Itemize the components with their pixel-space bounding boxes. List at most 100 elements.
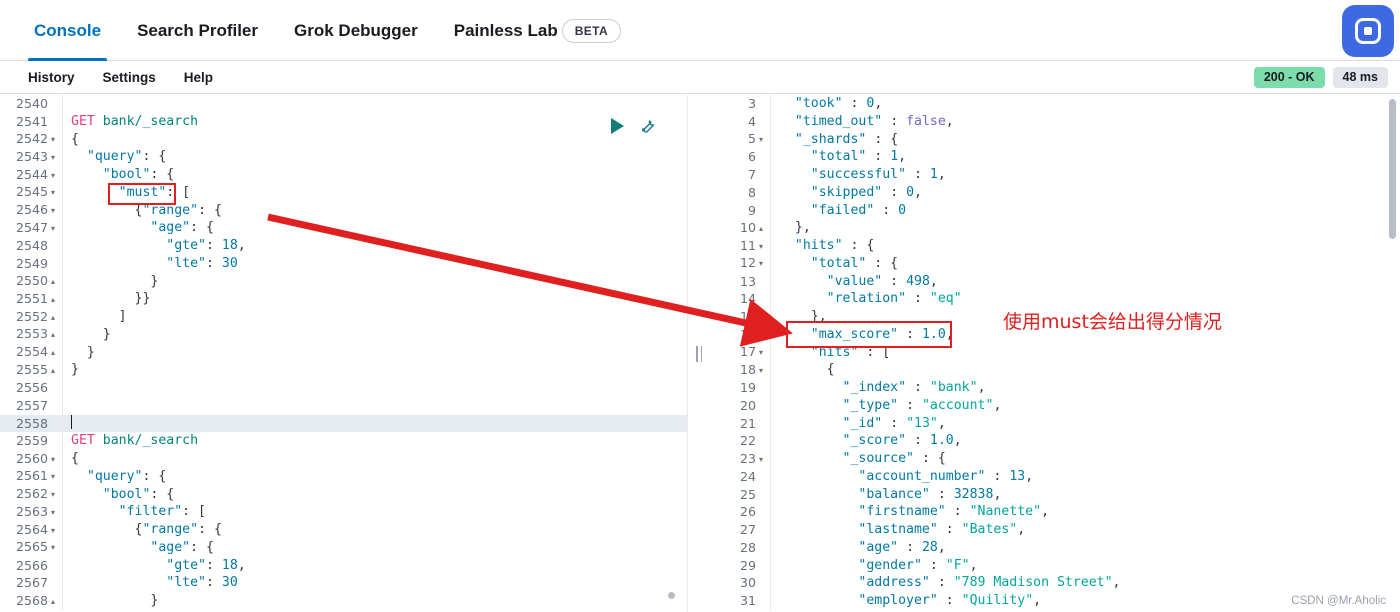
code-line[interactable]: 18 ▾ { — [710, 361, 1400, 379]
fold-arrow-icon[interactable]: ▾ — [48, 539, 58, 557]
fold-arrow-icon[interactable]: ▴ — [48, 273, 58, 291]
tab-painless-lab[interactable]: Painless Lab BETA — [436, 0, 639, 61]
tab-grok-debugger[interactable]: Grok Debugger — [276, 0, 436, 61]
fold-arrow-icon[interactable]: ▾ — [48, 167, 58, 185]
code-line[interactable]: 7 "successful" : 1, — [710, 166, 1400, 184]
code-line[interactable]: 14 "relation" : "eq" — [710, 290, 1400, 308]
menu-item-settings[interactable]: Settings — [89, 70, 170, 85]
fold-arrow-icon[interactable]: ▴ — [48, 593, 58, 611]
fold-arrow-icon[interactable]: ▴ — [48, 326, 58, 344]
code-line[interactable]: 2567 "lte": 30 — [0, 574, 687, 592]
code-line[interactable]: 26 "firstname" : "Nanette", — [710, 503, 1400, 521]
fold-arrow-icon[interactable]: ▾ — [48, 202, 58, 220]
fold-arrow-icon[interactable]: ▴ — [48, 344, 58, 362]
code-line[interactable]: 2564 ▾ {"range": { — [0, 521, 687, 539]
code-line[interactable]: 21 "_id" : "13", — [710, 414, 1400, 433]
fold-arrow-icon[interactable]: ▾ — [48, 504, 58, 522]
code-line[interactable]: 2555 ▴} — [0, 361, 687, 379]
code-line[interactable]: 2565 ▾ "age": { — [0, 538, 687, 557]
code-line[interactable]: 2543 ▾ "query": { — [0, 148, 687, 166]
fold-arrow-icon[interactable]: ▾ — [756, 451, 766, 469]
tab-search-profiler[interactable]: Search Profiler — [119, 0, 276, 61]
code-line[interactable]: 2559 GET bank/_search — [0, 432, 687, 450]
code-line[interactable]: 22 "_score" : 1.0, — [710, 432, 1400, 450]
code-line[interactable]: 2549 "lte": 30 — [0, 254, 687, 273]
request-editor-code[interactable]: 2540 2541 GET bank/_search 2542 ▾ {2543 ▾ "que… — [0, 95, 687, 612]
code-line[interactable]: 19 "_index" : "bank", — [710, 379, 1400, 397]
code-line[interactable]: 17 ▾ "hits" : [ — [710, 343, 1400, 362]
fold-arrow-icon[interactable]: ▾ — [48, 486, 58, 504]
code-line[interactable]: 2561 ▾ "query": { — [0, 467, 687, 486]
fold-arrow-icon[interactable]: ▴ — [48, 291, 58, 309]
code-line[interactable]: 30 "address" : "789 Madison Street", — [710, 574, 1400, 592]
code-line[interactable]: 2554 ▴ } — [0, 343, 687, 362]
fold-arrow-icon[interactable]: ▴ — [756, 220, 766, 238]
pane-splitter[interactable] — [688, 95, 710, 612]
fold-arrow-icon[interactable]: ▴ — [48, 309, 58, 327]
fold-arrow-icon[interactable]: ▾ — [756, 344, 766, 362]
code-line[interactable]: 12 ▾ "total" : { — [710, 254, 1400, 273]
code-line[interactable]: 3 "took" : 0, — [710, 95, 1400, 113]
response-vertical-scrollbar[interactable] — [1389, 99, 1396, 239]
tab-console[interactable]: Console — [16, 0, 119, 61]
code-line[interactable]: 23 ▾ "_source" : { — [710, 450, 1400, 468]
code-line[interactable]: 27 "lastname" : "Bates", — [710, 521, 1400, 539]
code-line[interactable]: 20 "_type" : "account", — [710, 396, 1400, 415]
fold-arrow-icon[interactable]: ▾ — [48, 468, 58, 486]
code-line[interactable]: 2551 ▴ }} — [0, 290, 687, 308]
code-line[interactable]: 2556 — [0, 379, 687, 397]
code-line[interactable]: 2562 ▾ "bool": { — [0, 485, 687, 504]
code-line[interactable]: 11 ▾ "hits" : { — [710, 237, 1400, 255]
code-line[interactable]: 10 ▴ }, — [710, 219, 1400, 237]
code-line[interactable]: 25 "balance" : 32838, — [710, 485, 1400, 504]
code-line[interactable]: 2568 ▴ } — [0, 592, 687, 610]
code-line[interactable]: 24 "account_number" : 13, — [710, 467, 1400, 486]
wrench-icon[interactable] — [638, 116, 657, 135]
response-editor-pane[interactable]: 3 "took" : 0, 4 "timed_out" : false, 5 ▾ "_… — [710, 95, 1400, 612]
code-line[interactable]: 2546 ▾ {"range": { — [0, 201, 687, 220]
code-line[interactable]: 8 "skipped" : 0, — [710, 183, 1400, 202]
code-line[interactable]: 5 ▾ "_shards" : { — [710, 130, 1400, 149]
fold-arrow-icon[interactable]: ▴ — [48, 362, 58, 380]
code-line[interactable]: 2563 ▾ "filter": [ — [0, 503, 687, 521]
code-line[interactable]: 2557 — [0, 396, 687, 415]
code-line[interactable]: 4 "timed_out" : false, — [710, 112, 1400, 131]
code-line[interactable]: 2548 "gte": 18, — [0, 237, 687, 255]
code-line[interactable]: 28 "age" : 28, — [710, 538, 1400, 557]
fold-arrow-icon[interactable]: ▾ — [48, 522, 58, 540]
code-line[interactable]: 2541 GET bank/_search — [0, 112, 687, 131]
code-line[interactable]: 2560 ▾ { — [0, 450, 687, 468]
code-line[interactable]: 2545 ▾ "must": [ — [0, 183, 687, 202]
code-line[interactable]: 2552 ▴ ] — [0, 308, 687, 326]
code-line[interactable]: 29 "gender" : "F", — [710, 556, 1400, 575]
menu-item-history[interactable]: History — [14, 70, 89, 85]
line-number: 2566 — [15, 557, 48, 573]
horizontal-scroll-indicator[interactable] — [668, 592, 675, 599]
code-line[interactable]: 9 "failed" : 0 — [710, 201, 1400, 220]
code-line[interactable]: 2544 ▾ "bool": { — [0, 166, 687, 184]
play-icon[interactable] — [611, 117, 624, 134]
fold-arrow-icon[interactable]: ▾ — [756, 131, 766, 149]
code-line[interactable]: 6 "total" : 1, — [710, 148, 1400, 166]
fold-arrow-icon[interactable]: ▾ — [48, 451, 58, 469]
code-line[interactable]: 2540 — [0, 95, 687, 113]
code-line[interactable]: 2542 ▾ { — [0, 130, 687, 149]
menu-item-help[interactable]: Help — [170, 70, 227, 85]
app-square-icon[interactable] — [1342, 5, 1394, 57]
line-number: 25 — [739, 486, 756, 502]
fold-arrow-icon[interactable]: ▾ — [48, 220, 58, 238]
fold-arrow-icon[interactable]: ▴ — [756, 309, 766, 327]
code-line[interactable]: 2558 — [0, 414, 687, 433]
code-line[interactable]: 2550 ▴ } — [0, 272, 687, 291]
code-line[interactable]: 13 "value" : 498, — [710, 272, 1400, 291]
fold-arrow-icon[interactable]: ▾ — [48, 131, 58, 149]
fold-arrow-icon[interactable]: ▾ — [756, 255, 766, 273]
fold-arrow-icon[interactable]: ▾ — [48, 184, 58, 202]
fold-arrow-icon[interactable]: ▾ — [756, 362, 766, 380]
code-line[interactable]: 2553 ▴ } — [0, 325, 687, 344]
code-line[interactable]: 2566 "gte": 18, — [0, 556, 687, 575]
request-editor-pane[interactable]: 2540 2541 GET bank/_search 2542 ▾ {2543 ▾ "que… — [0, 95, 688, 612]
fold-arrow-icon[interactable]: ▾ — [48, 149, 58, 167]
code-line[interactable]: 2547 ▾ "age": { — [0, 219, 687, 237]
fold-arrow-icon[interactable]: ▾ — [756, 238, 766, 256]
